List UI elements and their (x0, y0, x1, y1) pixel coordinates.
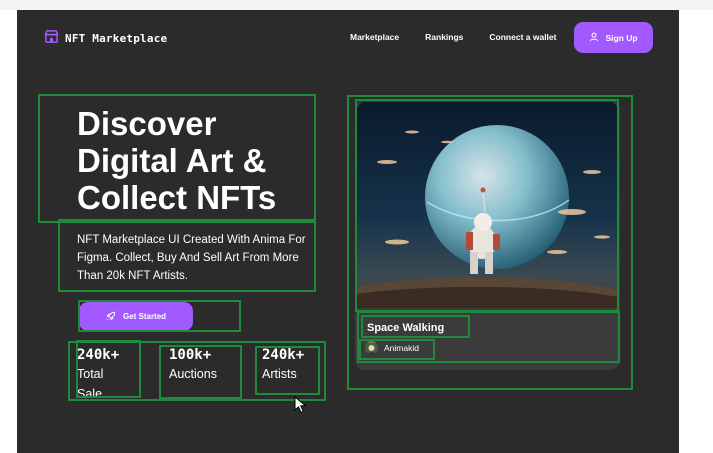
stat-value: 100k+ (169, 347, 212, 363)
card-info: Space Walking Animakid (355, 310, 620, 370)
signup-button[interactable]: Sign Up (574, 22, 653, 53)
hero-title: Discover Digital Art & Collect NFTs (77, 105, 337, 216)
hero-title-line: Digital Art & (77, 142, 267, 179)
rocket-icon (106, 311, 116, 323)
brand-name: NFT Marketplace (65, 32, 168, 45)
stat-artists: 240k+ Artists (262, 346, 304, 384)
storefront-icon (44, 29, 59, 48)
card-title[interactable]: Space Walking (367, 322, 444, 334)
nav-link-marketplace[interactable]: Marketplace (350, 32, 399, 42)
stat-label: Auctions (169, 367, 217, 381)
artist-info[interactable]: Animakid (365, 341, 419, 354)
hero-description-line: Than 20k NFT Artists. (77, 270, 188, 282)
browser-top-strip (0, 0, 713, 10)
avatar (365, 341, 378, 354)
hero-title-line: Discover (77, 105, 217, 142)
nav-link-rankings[interactable]: Rankings (425, 32, 463, 42)
mouse-pointer-icon (294, 395, 308, 414)
stat-total-sale: 240k+ Total Sale (77, 346, 119, 404)
page-frame: NFT Marketplace Marketplace Rankings Con… (17, 10, 679, 453)
stat-label: Artists (262, 367, 297, 381)
brand-logo[interactable]: NFT Marketplace (44, 29, 167, 48)
left-margin (0, 10, 17, 453)
signup-label: Sign Up (605, 32, 638, 43)
stat-value: 240k+ (77, 347, 120, 363)
hero-title-line: Collect NFTs (77, 179, 277, 216)
get-started-button[interactable]: Get Started (79, 302, 193, 331)
artist-name: Animakid (384, 342, 419, 353)
user-icon (589, 32, 599, 44)
hero-description-line: Figma. Collect, Buy And Sell Art From Mo… (77, 252, 299, 264)
hero-description-line: NFT Marketplace UI Created With Anima Fo… (77, 234, 306, 246)
featured-nft-card[interactable]: Space Walking Animakid (355, 100, 620, 370)
astronaut-planet-artwork[interactable] (357, 102, 618, 308)
stat-auctions: 100k+ Auctions (169, 346, 217, 384)
navbar: NFT Marketplace Marketplace Rankings Con… (17, 10, 679, 65)
hero-description: NFT Marketplace UI Created With Anima Fo… (77, 231, 337, 285)
nav-link-connect-wallet[interactable]: Connect a wallet (489, 32, 556, 42)
stat-label: Total Sale (77, 367, 104, 401)
get-started-label: Get Started (122, 312, 167, 321)
stat-value: 240k+ (262, 347, 305, 363)
nav-links: Marketplace Rankings Connect a wallet (350, 32, 556, 42)
